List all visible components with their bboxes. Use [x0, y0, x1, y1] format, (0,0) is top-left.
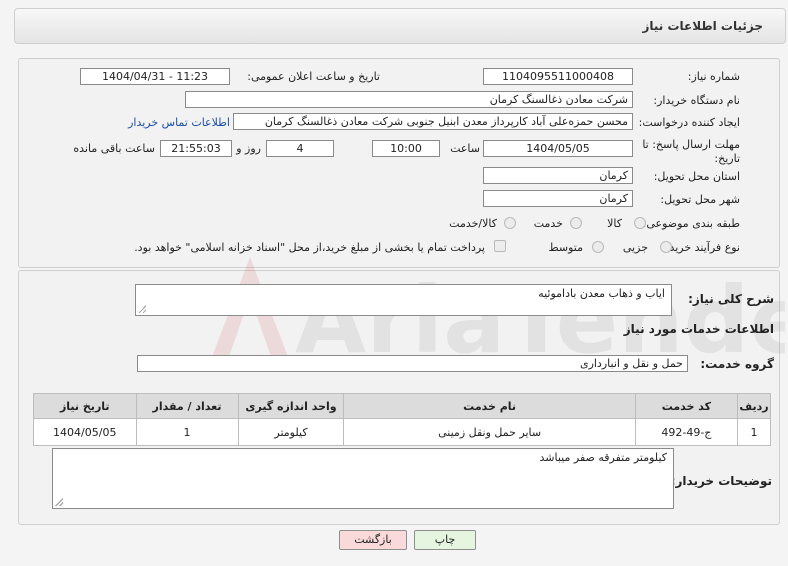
- category-radio-goods-service[interactable]: [504, 217, 516, 229]
- remaining-days-field[interactable]: 4: [266, 140, 334, 157]
- back-button[interactable]: بازگشت: [339, 530, 407, 550]
- deadline-label: مهلت ارسال پاسخ: تا: [642, 138, 740, 151]
- city-label: شهر محل تحویل:: [660, 193, 740, 206]
- table-row: 1 ج-49-492 سایر حمل ونقل زمینی کیلومتر 1…: [33, 418, 771, 446]
- buyer-notes-value: کیلومتر متفرقه صفر میباشد: [539, 451, 668, 464]
- category-option-goods-service: کالا/خدمت: [449, 217, 497, 230]
- col-header-service-name: نام خدمت: [343, 393, 636, 419]
- col-header-service-code: کد خدمت: [634, 393, 739, 419]
- need-number-field[interactable]: 1104095511000408: [483, 68, 633, 85]
- cell-row-number: 1: [737, 418, 771, 446]
- days-label: روز و: [236, 142, 261, 155]
- buyer-org-label: نام دستگاه خریدار:: [653, 94, 740, 107]
- services-section-title: اطلاعات خدمات مورد نیاز: [623, 322, 774, 336]
- summary-value: ایاب و ذهاب معدن باداموئیه: [538, 287, 665, 300]
- cell-service-name: سایر حمل ونقل زمینی: [343, 418, 636, 446]
- cell-unit: کیلومتر: [237, 418, 345, 446]
- resize-handle-icon[interactable]: [138, 305, 146, 313]
- cell-service-code: ج-49-492: [634, 418, 739, 446]
- buyer-notes-textarea[interactable]: کیلومتر متفرقه صفر میباشد: [52, 448, 674, 509]
- resize-handle-icon[interactable]: [55, 498, 63, 506]
- category-option-service: خدمت: [533, 217, 563, 230]
- category-option-goods: کالا: [607, 217, 622, 230]
- table-header-row: ردیف کد خدمت نام خدمت واحد اندازه گیری ت…: [33, 393, 771, 419]
- requester-label: ایجاد کننده درخواست:: [638, 116, 740, 129]
- page-header: جزئیات اطلاعات نیاز: [14, 8, 786, 44]
- category-radio-service[interactable]: [570, 217, 582, 229]
- deadline-time-field[interactable]: 10:00: [372, 140, 440, 157]
- cell-need-date: 1404/05/05: [33, 418, 137, 446]
- services-table: ردیف کد خدمت نام خدمت واحد اندازه گیری ت…: [33, 393, 771, 446]
- col-header-unit: واحد اندازه گیری: [237, 393, 345, 419]
- service-group-field[interactable]: حمل و نقل و انبارداری: [137, 355, 688, 372]
- buyer-notes-label: توضیحات خریدار:: [670, 474, 772, 488]
- remaining-label: ساعت باقی مانده: [73, 142, 155, 155]
- service-group-label: گروه خدمت:: [700, 357, 774, 371]
- buyer-org-field[interactable]: شرکت معادن ذغالسنگ کرمان: [185, 91, 633, 108]
- announce-datetime-label: تاریخ و ساعت اعلان عمومی:: [247, 70, 380, 83]
- city-field[interactable]: کرمان: [483, 190, 633, 207]
- cell-quantity: 1: [135, 418, 239, 446]
- deadline-time-label: ساعت: [450, 142, 480, 155]
- category-label: طبقه بندی موضوعی:: [642, 217, 740, 230]
- category-radio-goods[interactable]: [634, 217, 646, 229]
- need-number-label: شماره نیاز:: [687, 70, 740, 83]
- page-title: جزئیات اطلاعات نیاز: [642, 19, 763, 33]
- buyer-contact-link[interactable]: اطلاعات تماس خریدار: [128, 116, 230, 129]
- print-button[interactable]: چاپ: [414, 530, 476, 550]
- summary-textarea[interactable]: ایاب و ذهاب معدن باداموئیه: [135, 284, 672, 316]
- col-header-row-number: ردیف: [737, 393, 771, 419]
- deadline-date-field[interactable]: 1404/05/05: [483, 140, 633, 157]
- province-field[interactable]: کرمان: [483, 167, 633, 184]
- summary-label: شرح کلی نیاز:: [688, 292, 774, 306]
- deadline-label-date: تاریخ:: [714, 152, 740, 165]
- requester-field[interactable]: محسن حمزه‌علی آباد کارپرداز معدن ابنیل ج…: [233, 113, 633, 130]
- col-header-quantity: تعداد / مقدار: [135, 393, 239, 419]
- remaining-time-field[interactable]: 21:55:03: [160, 140, 232, 157]
- col-header-need-date: تاریخ نیاز: [33, 393, 137, 419]
- announce-datetime-field[interactable]: 1404/04/31 - 11:23: [80, 68, 230, 85]
- province-label: استان محل تحویل:: [653, 170, 740, 183]
